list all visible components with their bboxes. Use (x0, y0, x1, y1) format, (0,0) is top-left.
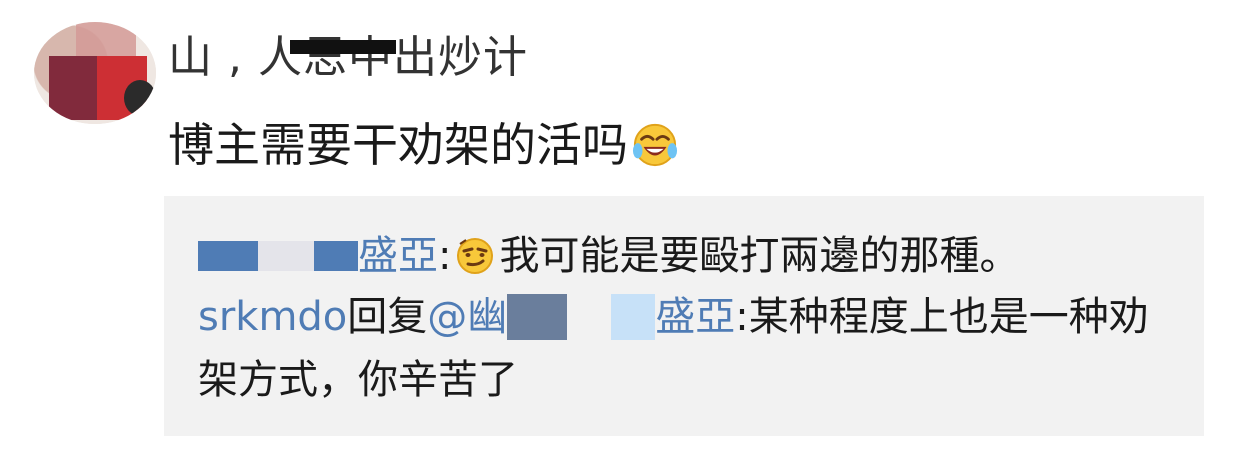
mention-redaction (507, 294, 568, 340)
mention-gap (567, 294, 611, 340)
smirk-emoji-icon (457, 238, 494, 274)
reply-text: 架方式，你辛苦了 (198, 357, 518, 403)
reply-separator: : (735, 294, 749, 340)
author-redaction (258, 241, 314, 271)
laughing-crying-emoji-icon (632, 123, 678, 167)
reply-author-link[interactable]: srkmdo (198, 293, 347, 341)
avatar-badge (124, 80, 156, 116)
comment-item: 山 , 人思中出炒计 博主需要干劝架的活吗 盛亞 : 我可能是要毆打兩邊的那種。… (0, 0, 1242, 456)
avatar[interactable] (34, 22, 156, 124)
author-redaction (314, 241, 358, 271)
author-redaction (198, 241, 258, 271)
reply-author-link[interactable]: 盛亞 (358, 232, 438, 280)
reply-2-continued: 架方式，你辛苦了 (198, 356, 518, 404)
comment-text: 博主需要干劝架的活吗 (168, 118, 628, 172)
mention-prefix[interactable]: @ (427, 293, 467, 341)
comment-body: 博主需要干劝架的活吗 (168, 118, 678, 172)
reply-text: 某种程度上也是一种劝 (748, 294, 1149, 340)
avatar-redaction-top (76, 22, 136, 56)
reply-2: srkmdo 回复 @ 幽 盛亞 : 某种程度上也是一种劝 (198, 293, 1149, 341)
mention-link[interactable]: 盛亞 (655, 293, 735, 341)
mention-start[interactable]: 幽 (467, 293, 507, 341)
reply-box: 盛亞 : 我可能是要毆打兩邊的那種。 srkmdo 回复 @ 幽 盛亞 : 某种… (164, 196, 1204, 436)
reply-label: 回复 (347, 294, 428, 340)
username-redaction-bar (290, 40, 396, 54)
reply-text: 我可能是要毆打兩邊的那種。 (499, 233, 1020, 279)
mention-redaction (611, 294, 656, 340)
reply-separator: : (438, 233, 452, 279)
reply-1: 盛亞 : 我可能是要毆打兩邊的那種。 (198, 232, 1019, 280)
avatar-redaction-left (49, 56, 99, 120)
